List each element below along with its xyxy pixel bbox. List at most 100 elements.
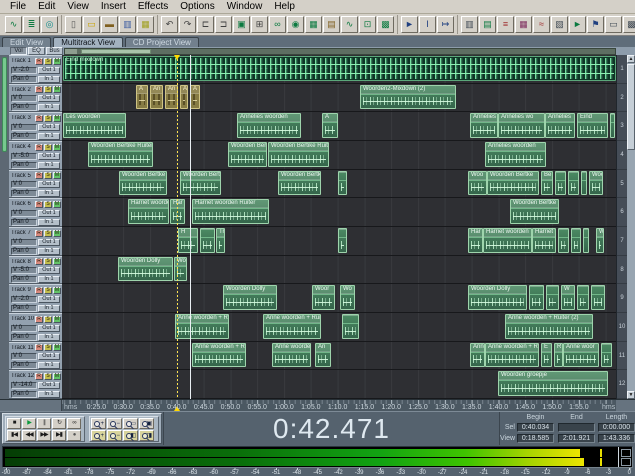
zoom-in-button[interactable]: +: [91, 418, 106, 429]
track-record-button[interactable]: R: [35, 201, 43, 208]
track-output-button[interactable]: Out 1: [38, 239, 60, 246]
menu-view[interactable]: View: [61, 1, 95, 12]
track-mute-button[interactable]: M: [53, 316, 61, 323]
track-lane[interactable]: Anne woorden + RuiAnne woordeAnAnneAnne …: [62, 342, 616, 371]
clip-an[interactable]: An: [315, 343, 331, 368]
track-pan[interactable]: Pan 0: [11, 334, 37, 341]
clip-fragment[interactable]: [342, 314, 359, 339]
clip-woo[interactable]: Woo: [468, 171, 487, 196]
clip-fragment[interactable]: [581, 171, 587, 196]
track-output-button[interactable]: Out 1: [38, 153, 60, 160]
track-volume[interactable]: V -14.0: [11, 382, 37, 389]
track-name[interactable]: Track 3: [11, 115, 34, 121]
track-lane[interactable]: AAnAnAAWoorden2-Mixdown (2): [62, 84, 616, 113]
redo-button[interactable]: ↷: [179, 16, 196, 33]
track-solo-button[interactable]: S: [44, 115, 52, 122]
timeline-ruler[interactable]: 0:25.00:30.00:35.00:40.00:45.00:50.00:55…: [0, 399, 635, 411]
multitrack-view-button[interactable]: ≣: [23, 16, 40, 33]
clip-woorden-bertke[interactable]: Woorden Bertke: [487, 171, 539, 196]
track-input-button[interactable]: In 1: [38, 133, 60, 140]
track-scrollbar[interactable]: [0, 55, 9, 399]
track-volume[interactable]: V 0: [11, 239, 37, 246]
track-output-button[interactable]: Out 1: [38, 67, 60, 74]
track-solo-button[interactable]: S: [44, 344, 52, 351]
track-mute-button[interactable]: M: [53, 201, 61, 208]
clip-a[interactable]: A: [322, 113, 338, 138]
track-pan[interactable]: Pan 0: [11, 248, 37, 255]
track-mute-button[interactable]: M: [53, 86, 61, 93]
track-tab-eq[interactable]: EQ: [28, 47, 45, 55]
clip-woorden-bertike[interactable]: Woorden Bertike: [228, 142, 267, 167]
track-record-button[interactable]: R: [35, 144, 43, 151]
track-record-button[interactable]: R: [35, 230, 43, 237]
clip-woorden-bertke[interactable]: Woorden Bertke: [510, 199, 559, 224]
mute-clip-button[interactable]: ▦: [305, 16, 322, 33]
sel-end-value[interactable]: [558, 423, 595, 432]
zoom-sel-right-button[interactable]: ◨: [139, 430, 154, 441]
clip-annelies-woorden[interactable]: Annelies woorden: [485, 142, 546, 167]
clip-annelies-w[interactable]: Annelies w: [470, 113, 498, 138]
play-list-button[interactable]: ►: [569, 16, 586, 33]
stop-button[interactable]: ■: [7, 418, 21, 429]
time-window-button[interactable]: ▭: [605, 16, 622, 33]
zoom-to-selection-button[interactable]: ▣: [139, 418, 154, 429]
track-output-button[interactable]: Out 1: [38, 267, 60, 274]
go-to-end-button[interactable]: ▶▮: [52, 430, 66, 441]
track-mute-button[interactable]: M: [53, 373, 61, 380]
view-length-value[interactable]: 1:43.336: [598, 434, 635, 443]
clip-an[interactable]: An: [150, 85, 163, 110]
track-volume[interactable]: V -2.0: [11, 296, 37, 303]
selection-marker-top[interactable]: [174, 55, 180, 60]
clip-anne-woor[interactable]: Anne woor: [563, 343, 599, 368]
view-end-value[interactable]: 2:01.921: [558, 434, 595, 443]
clip-w[interactable]: W: [561, 285, 575, 310]
track-volume[interactable]: V -5.0: [11, 267, 37, 274]
clip-woorden-dolly[interactable]: Woorden Dolly: [468, 285, 527, 310]
track-name[interactable]: Track 11: [11, 345, 34, 351]
clip-fragment[interactable]: [591, 285, 605, 310]
clip-annelies-wo[interactable]: Annelies wo: [498, 113, 545, 138]
clip-a[interactable]: A: [180, 85, 188, 110]
pause-button[interactable]: ∥: [37, 418, 51, 429]
clip-fragment[interactable]: [338, 171, 347, 196]
save-as-button[interactable]: ▥: [119, 16, 136, 33]
track-lane[interactable]: Woorden Bertike RuiterWoorden BertikeWoo…: [62, 141, 616, 170]
track-pan[interactable]: Pan 0: [11, 391, 37, 398]
cue-list-button[interactable]: ⚑: [587, 16, 604, 33]
track-name[interactable]: Track 12: [11, 373, 34, 379]
open-file-button[interactable]: ▭: [83, 16, 100, 33]
clip-fragment[interactable]: [558, 228, 569, 253]
track-solo-button[interactable]: S: [44, 287, 52, 294]
play-looped-button[interactable]: ↻: [52, 418, 66, 429]
track-name[interactable]: Track 8: [11, 259, 34, 265]
menu-file[interactable]: File: [4, 1, 32, 12]
track-solo-button[interactable]: S: [44, 144, 52, 151]
trim-button[interactable]: ⊏: [197, 16, 214, 33]
record-button[interactable]: ●: [67, 430, 81, 441]
menu-effects[interactable]: Effects: [132, 1, 174, 12]
track-record-button[interactable]: R: [35, 287, 43, 294]
track-pan[interactable]: Pan 0: [11, 305, 37, 312]
time-selection-tool-button[interactable]: I: [419, 16, 436, 33]
track-pan[interactable]: Pan 0: [11, 104, 37, 111]
clip-be[interactable]: Be: [541, 171, 553, 196]
clip-fragment[interactable]: [200, 228, 215, 253]
track-solo-button[interactable]: S: [44, 316, 52, 323]
clip-fragment[interactable]: [546, 285, 559, 310]
track-lane[interactable]: Eind mixdown: [62, 55, 616, 84]
track-pan[interactable]: Pan 0: [11, 362, 37, 369]
track-output-button[interactable]: Out 1: [38, 124, 60, 131]
track-lane[interactable]: Woorden DollyWo: [62, 256, 616, 285]
clip-anne-woorden-ruiter-2[interactable]: Anne woorden + Ruiter (2): [505, 314, 593, 339]
vertical-scrollbar-thumb[interactable]: [627, 64, 635, 150]
track-output-button[interactable]: Out 1: [38, 95, 60, 102]
save-file-button[interactable]: ▬: [101, 16, 118, 33]
track-mute-button[interactable]: M: [53, 58, 61, 65]
track-name[interactable]: Track 7: [11, 230, 34, 236]
rewind-button[interactable]: ◀◀: [22, 430, 36, 441]
time-display[interactable]: 0:42.471: [163, 412, 500, 446]
track-pan[interactable]: Pan 0: [11, 133, 37, 140]
clip-wo[interactable]: Wo: [174, 257, 187, 282]
clip-fragment[interactable]: [577, 285, 589, 310]
track-volume[interactable]: V 0: [11, 353, 37, 360]
